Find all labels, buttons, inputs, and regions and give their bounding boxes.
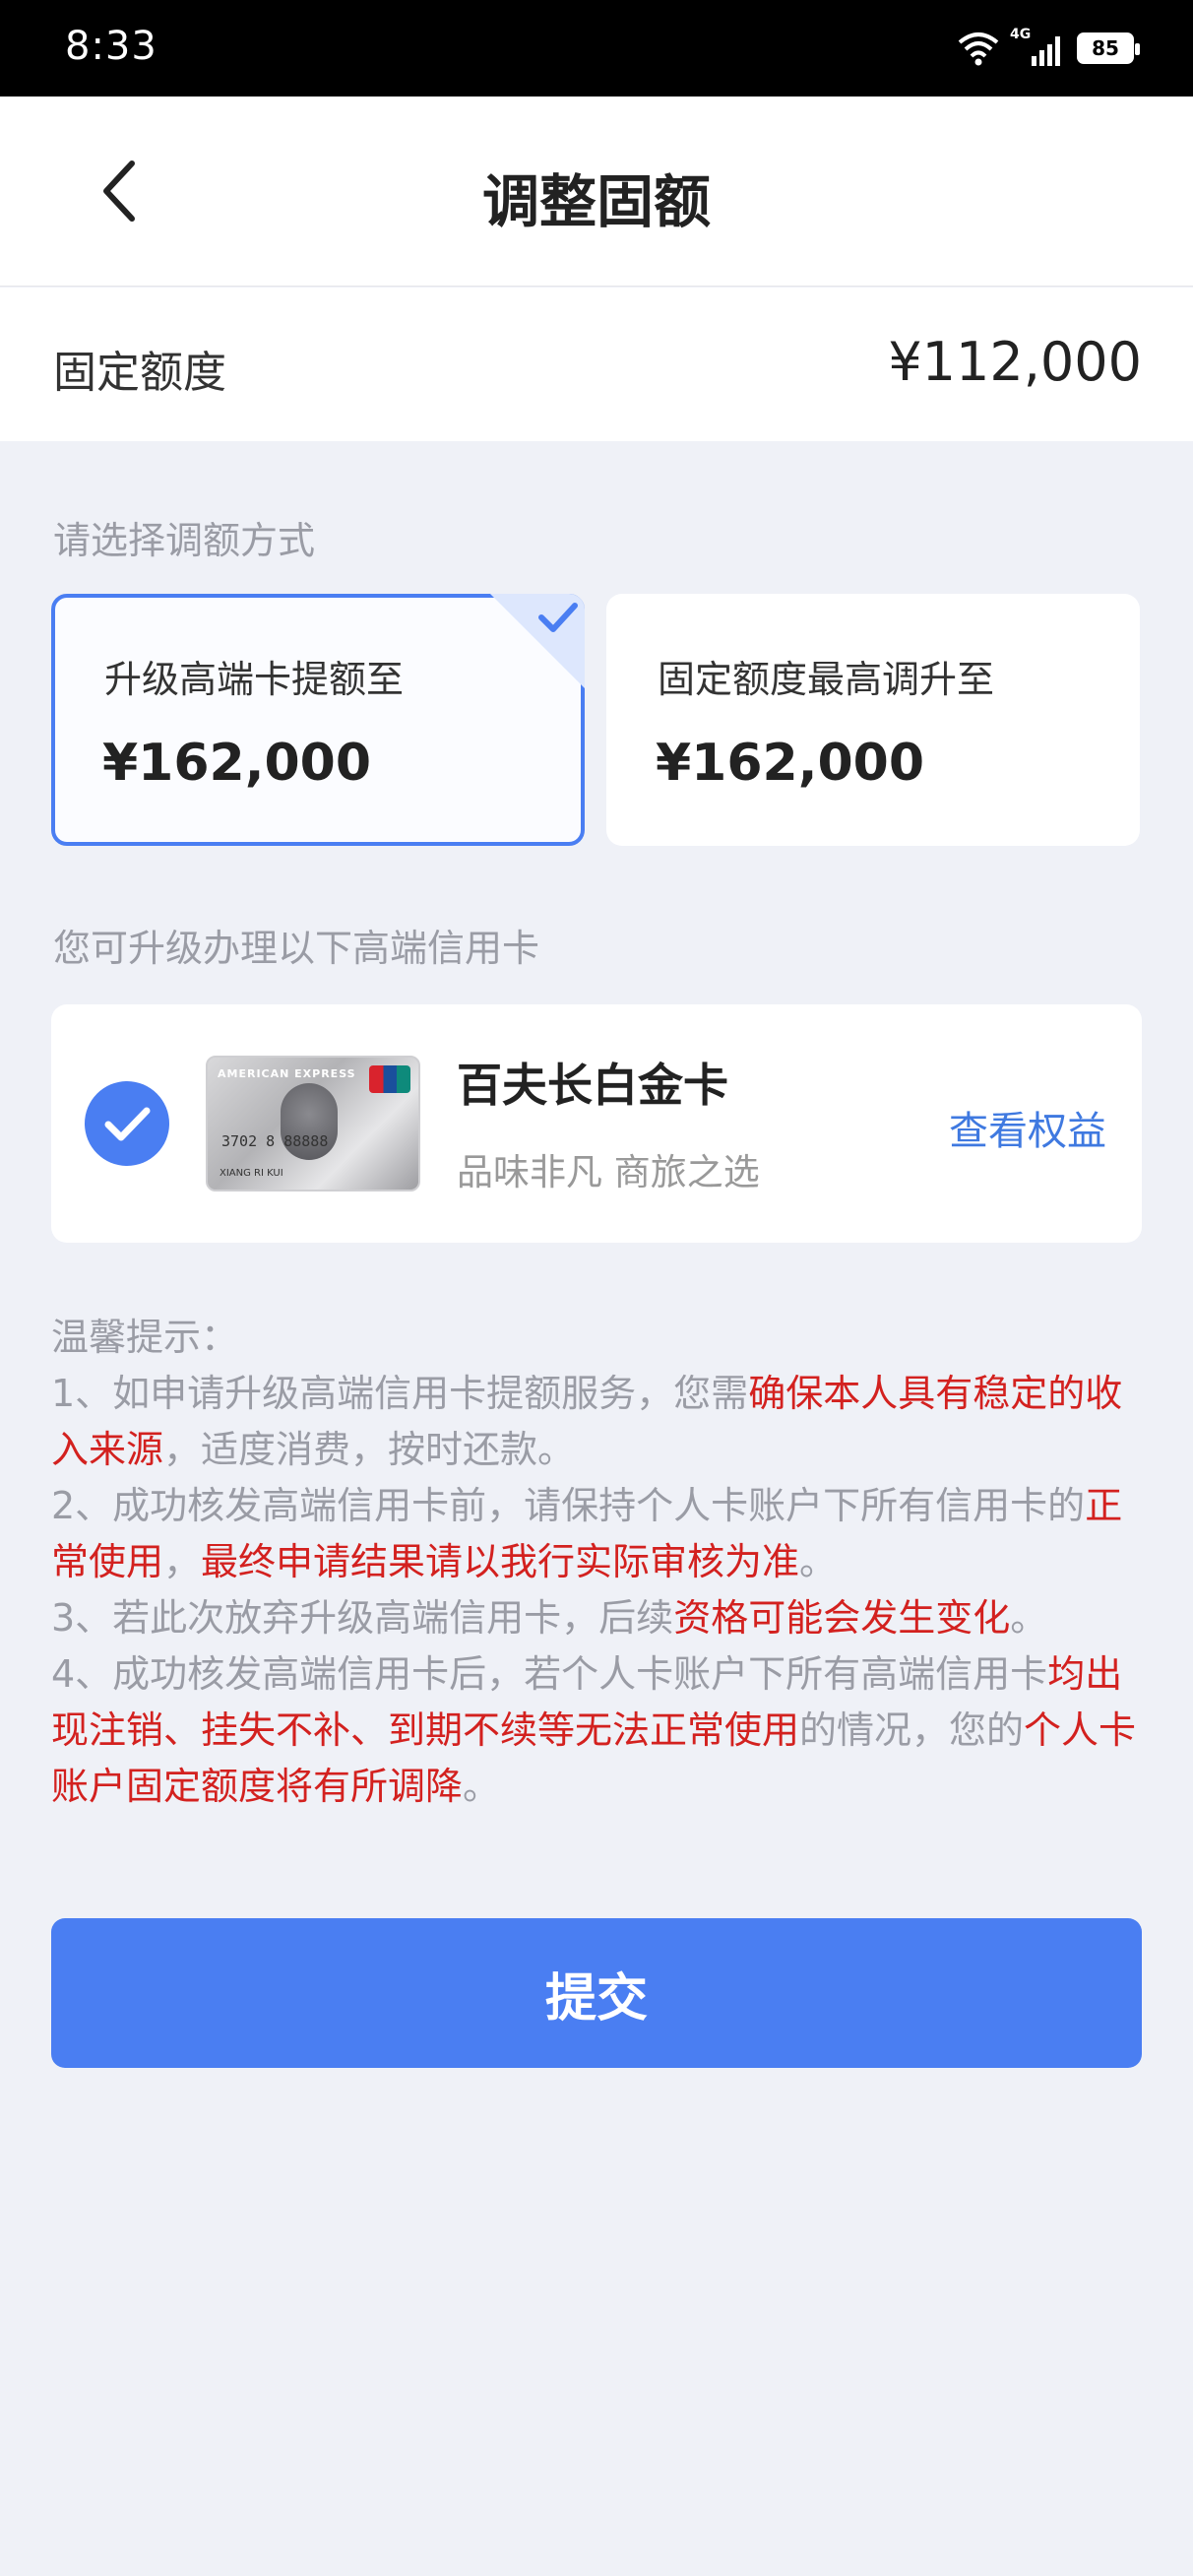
view-benefits-link[interactable]: 查看权益: [949, 1099, 1106, 1156]
fixed-limit-value: ¥112,000: [888, 331, 1142, 393]
method-hint: 请选择调额方式: [53, 519, 316, 562]
tip-text: 2、成功核发高端信用卡前，请保持个人卡账户下所有信用卡的: [51, 1484, 1086, 1527]
tips-block: 温馨提示： 1、如申请升级高端信用卡提额服务，您需确保本人具有稳定的收入来源，适…: [51, 1310, 1144, 1815]
selected-corner-check-icon: [490, 594, 585, 688]
tip-text: 1、如申请升级高端信用卡提额服务，您需: [51, 1372, 749, 1415]
tip-text: ，适度消费，按时还款。: [163, 1428, 576, 1471]
card-brand-text: AMERICAN EXPRESS: [218, 1067, 356, 1080]
battery-level: 85: [1092, 36, 1119, 60]
page-title: 调整固额: [481, 168, 711, 235]
nav-bar: 调整固额: [0, 97, 1193, 287]
card-image: AMERICAN EXPRESS 3702 8 88888 XIANG RI K…: [206, 1056, 420, 1191]
tip-text: 。: [1010, 1596, 1048, 1640]
tip-item-4: 4、成功核发高端信用卡后，若个人卡账户下所有高端信用卡均出现注销、挂失不补、到期…: [51, 1646, 1144, 1815]
battery-icon: 85: [1077, 32, 1140, 64]
tip-highlight: 最终申请结果请以我行实际审核为准: [201, 1540, 800, 1583]
card-item[interactable]: AMERICAN EXPRESS 3702 8 88888 XIANG RI K…: [51, 1004, 1142, 1243]
upgrade-hint: 您可升级办理以下高端信用卡: [53, 927, 540, 970]
tip-text: ，: [163, 1540, 202, 1583]
tip-text: 。: [799, 1540, 838, 1583]
tip-text: 4、成功核发高端信用卡后，若个人卡账户下所有高端信用卡: [51, 1652, 1048, 1696]
status-bar: 8:33 4G 85: [0, 0, 1193, 97]
option-value: ¥162,000: [102, 734, 372, 793]
option-value: ¥162,000: [656, 734, 925, 793]
option-raise-fixed-limit[interactable]: 固定额度最高调升至 ¥162,000: [606, 594, 1140, 846]
tip-item-1: 1、如申请升级高端信用卡提额服务，您需确保本人具有稳定的收入来源，适度消费，按时…: [51, 1366, 1144, 1478]
wifi-icon: [958, 32, 999, 66]
tip-text: 的情况，您的: [799, 1708, 1025, 1752]
tip-highlight: 资格可能会发生变化: [673, 1596, 1011, 1640]
status-time: 8:33: [65, 24, 157, 69]
tip-text: 3、若此次放弃升级高端信用卡，后续: [51, 1596, 674, 1640]
unionpay-logo-icon: [369, 1065, 410, 1093]
tips-title: 温馨提示：: [51, 1316, 239, 1359]
card-holder-text: XIANG RI KUI: [220, 1168, 283, 1179]
card-slogan: 品味非凡 商旅之选: [457, 1151, 760, 1193]
submit-button[interactable]: 提交: [51, 1918, 1142, 2068]
option-upgrade-card[interactable]: 升级高端卡提额至 ¥162,000: [51, 594, 585, 846]
option-label: 固定额度最高调升至: [658, 658, 995, 701]
signal-icon: 4G: [1010, 27, 1067, 68]
tip-text: 。: [463, 1765, 501, 1808]
card-name: 百夫长白金卡: [457, 1059, 728, 1112]
check-circle-icon[interactable]: [85, 1081, 169, 1166]
fixed-limit-row: 固定额度 ¥112,000: [0, 288, 1193, 441]
option-label: 升级高端卡提额至: [104, 658, 405, 701]
system-indicators: 4G 85: [957, 26, 1140, 71]
tip-item-2: 2、成功核发高端信用卡前，请保持个人卡账户下所有信用卡的正常使用，最终申请结果请…: [51, 1478, 1144, 1590]
tip-item-3: 3、若此次放弃升级高端信用卡，后续资格可能会发生变化。: [51, 1590, 1144, 1646]
fixed-limit-label: 固定额度: [53, 348, 226, 398]
card-number-text: 3702 8 88888: [221, 1132, 329, 1150]
